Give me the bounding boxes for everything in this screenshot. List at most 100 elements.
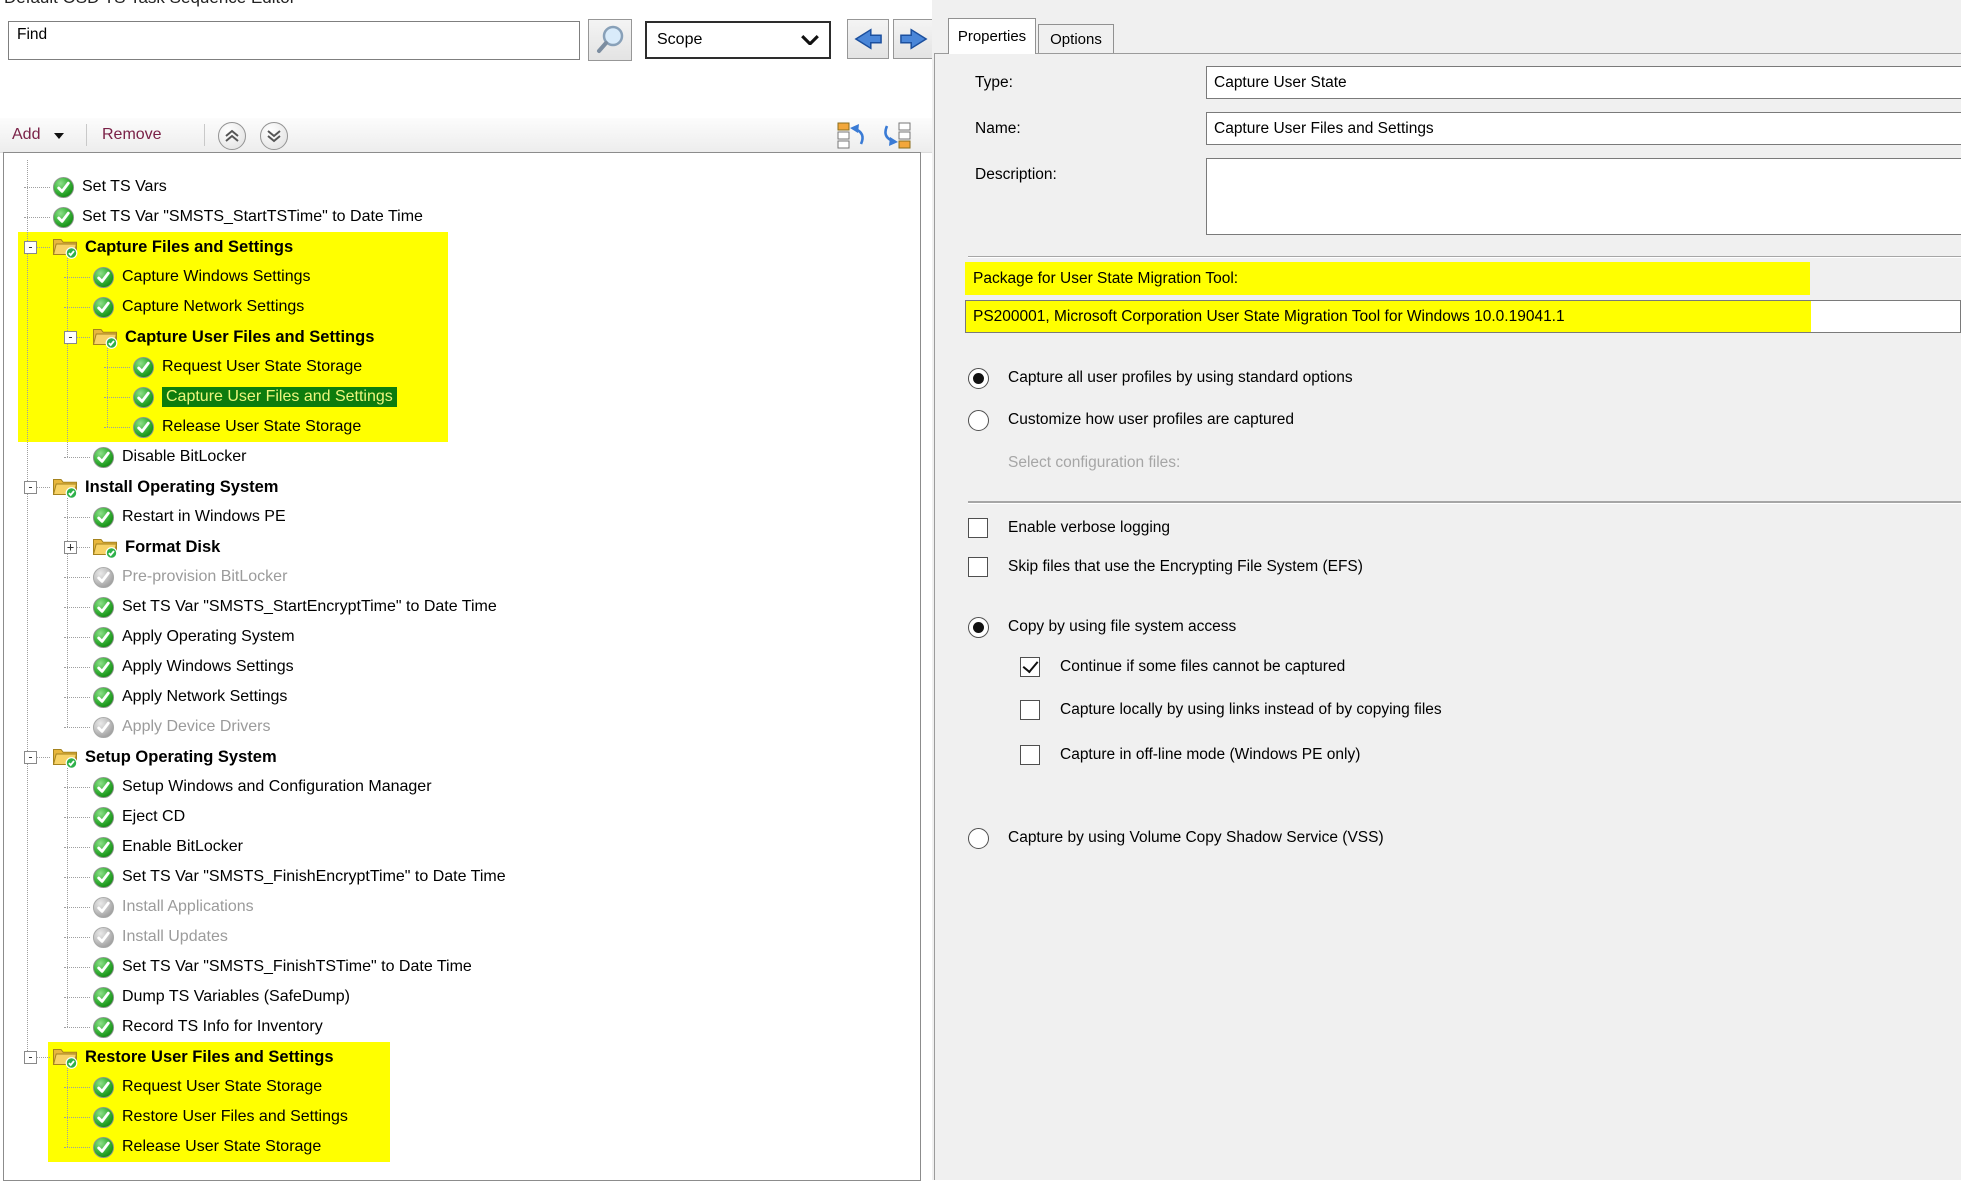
tree-item[interactable]: Set TS Var "SMSTS_StartTSTime" to Date T…	[4, 202, 920, 232]
radio-button[interactable]	[968, 828, 989, 849]
tree-expander-toggle[interactable]: +	[64, 541, 77, 554]
option-row: Capture all user profiles by using stand…	[932, 363, 1932, 393]
move-step-up-button[interactable]	[218, 122, 246, 150]
group-folder-icon	[92, 535, 118, 559]
checkbox[interactable]	[968, 518, 988, 538]
tree-item-label: Eject CD	[122, 808, 185, 826]
tree-item[interactable]: -Install Operating System	[4, 472, 920, 502]
checkbox[interactable]	[968, 557, 988, 577]
step-success-icon	[132, 356, 155, 379]
tab-properties[interactable]: Properties	[948, 18, 1036, 54]
chevron-down-icon	[801, 35, 819, 45]
tree-item[interactable]: Disable BitLocker	[4, 442, 920, 472]
step-disabled-icon	[92, 896, 115, 919]
tree-item[interactable]: Restart in Windows PE	[4, 502, 920, 532]
tree-item[interactable]: Release User State Storage	[4, 1132, 920, 1162]
tree-expander-toggle[interactable]: -	[24, 481, 37, 494]
tree-item-label: Install Updates	[122, 928, 228, 946]
tree-item[interactable]: Install Applications	[4, 892, 920, 922]
tree-item[interactable]: Set TS Var "SMSTS_FinishEncryptTime" to …	[4, 862, 920, 892]
tree-expander-toggle[interactable]: -	[24, 241, 37, 254]
scope-dropdown[interactable]: Scope	[645, 21, 831, 59]
tree-item-label: Apply Device Drivers	[122, 718, 270, 736]
name-field[interactable]: Capture User Files and Settings	[1206, 112, 1961, 145]
tree-item[interactable]: Capture Network Settings	[4, 292, 920, 322]
tree-item[interactable]: Apply Device Drivers	[4, 712, 920, 742]
tree-item-label: Restore User Files and Settings	[122, 1108, 348, 1126]
tree-item[interactable]: Request User State Storage	[4, 1072, 920, 1102]
radio-button[interactable]	[968, 410, 989, 431]
tree-item[interactable]: Capture User Files and Settings	[4, 382, 920, 412]
tree-connector-stub	[64, 1027, 90, 1028]
tree-expander-toggle[interactable]: -	[24, 1051, 37, 1064]
tree-item[interactable]: Capture Windows Settings	[4, 262, 920, 292]
tree-item[interactable]: Set TS Vars	[4, 172, 920, 202]
tree-item[interactable]: +Format Disk	[4, 532, 920, 562]
tree-connector-stub	[24, 187, 50, 188]
tree-item[interactable]: Apply Operating System	[4, 622, 920, 652]
tree-connector-stub	[64, 937, 90, 938]
tree-item[interactable]: Record TS Info for Inventory	[4, 1012, 920, 1042]
tree-item-label: Pre-provision BitLocker	[122, 568, 287, 586]
option-label: Capture locally by using links instead o…	[1060, 701, 1442, 719]
task-sequence-tree: Set TS VarsSet TS Var "SMSTS_StartTSTime…	[3, 152, 921, 1181]
tree-item[interactable]: -Setup Operating System	[4, 742, 920, 772]
tree-item-label: Restart in Windows PE	[122, 508, 286, 526]
expand-all-button[interactable]	[882, 120, 912, 150]
step-success-icon	[92, 446, 115, 469]
tree-item[interactable]: Eject CD	[4, 802, 920, 832]
option-row: Continue if some files cannot be capture…	[932, 652, 1932, 682]
tree-item[interactable]: -Restore User Files and Settings	[4, 1042, 920, 1072]
tree-item[interactable]: Set TS Var "SMSTS_FinishTSTime" to Date …	[4, 952, 920, 982]
tab-options[interactable]: Options	[1038, 24, 1114, 54]
tree-item-label: Release User State Storage	[162, 418, 361, 436]
description-field[interactable]	[1206, 158, 1961, 235]
group-folder-icon	[92, 325, 118, 349]
tree-expander-toggle[interactable]: -	[64, 331, 77, 344]
tree-item[interactable]: Request User State Storage	[4, 352, 920, 382]
tree-item-label: Set TS Var "SMSTS_StartEncryptTime" to D…	[122, 598, 497, 616]
radio-button[interactable]	[968, 617, 989, 638]
find-input[interactable]: Find	[8, 21, 580, 60]
package-field[interactable]: PS200001, Microsoft Corporation User Sta…	[965, 300, 1961, 333]
tree-connector-stub	[64, 1147, 90, 1148]
tree-item-label: Capture Files and Settings	[85, 238, 293, 257]
add-button[interactable]: Add	[12, 118, 40, 152]
tree-item[interactable]: Set TS Var "SMSTS_StartEncryptTime" to D…	[4, 592, 920, 622]
tree-item[interactable]: Pre-provision BitLocker	[4, 562, 920, 592]
tree-item[interactable]: Apply Network Settings	[4, 682, 920, 712]
arrow-right-icon	[898, 25, 930, 53]
tree-item[interactable]: Apply Windows Settings	[4, 652, 920, 682]
tree-item[interactable]: Setup Windows and Configuration Manager	[4, 772, 920, 802]
tree-connector-stub	[37, 247, 50, 248]
find-next-button[interactable]	[893, 19, 935, 59]
checkbox[interactable]	[1020, 745, 1040, 765]
remove-button[interactable]: Remove	[102, 118, 162, 152]
tree-item[interactable]: Enable BitLocker	[4, 832, 920, 862]
tree-item[interactable]: -Capture User Files and Settings	[4, 322, 920, 352]
tree-connector-stub	[24, 217, 50, 218]
search-button[interactable]	[588, 19, 632, 61]
option-row: Select configuration files:	[932, 448, 1932, 478]
tree-item-label: Enable BitLocker	[122, 838, 243, 856]
step-success-icon	[92, 836, 115, 859]
collapse-all-button[interactable]	[836, 120, 866, 150]
checkbox[interactable]	[1020, 657, 1040, 677]
step-success-icon	[92, 1136, 115, 1159]
tree-item-label: Request User State Storage	[162, 358, 362, 376]
radio-button[interactable]	[968, 368, 989, 389]
tree-item[interactable]: Dump TS Variables (SafeDump)	[4, 982, 920, 1012]
step-success-icon	[92, 686, 115, 709]
find-previous-button[interactable]	[847, 19, 889, 59]
tree-item[interactable]: Release User State Storage	[4, 412, 920, 442]
add-dropdown-caret-icon[interactable]	[54, 133, 64, 139]
tree-item[interactable]: Restore User Files and Settings	[4, 1102, 920, 1132]
group-folder-icon	[52, 235, 78, 259]
move-step-down-button[interactable]	[260, 122, 288, 150]
step-success-icon	[92, 626, 115, 649]
tree-expander-toggle[interactable]: -	[24, 751, 37, 764]
tree-item[interactable]: Install Updates	[4, 922, 920, 952]
step-disabled-icon	[92, 716, 115, 739]
checkbox[interactable]	[1020, 700, 1040, 720]
tree-item[interactable]: - Capture Files and Settings	[4, 232, 920, 262]
